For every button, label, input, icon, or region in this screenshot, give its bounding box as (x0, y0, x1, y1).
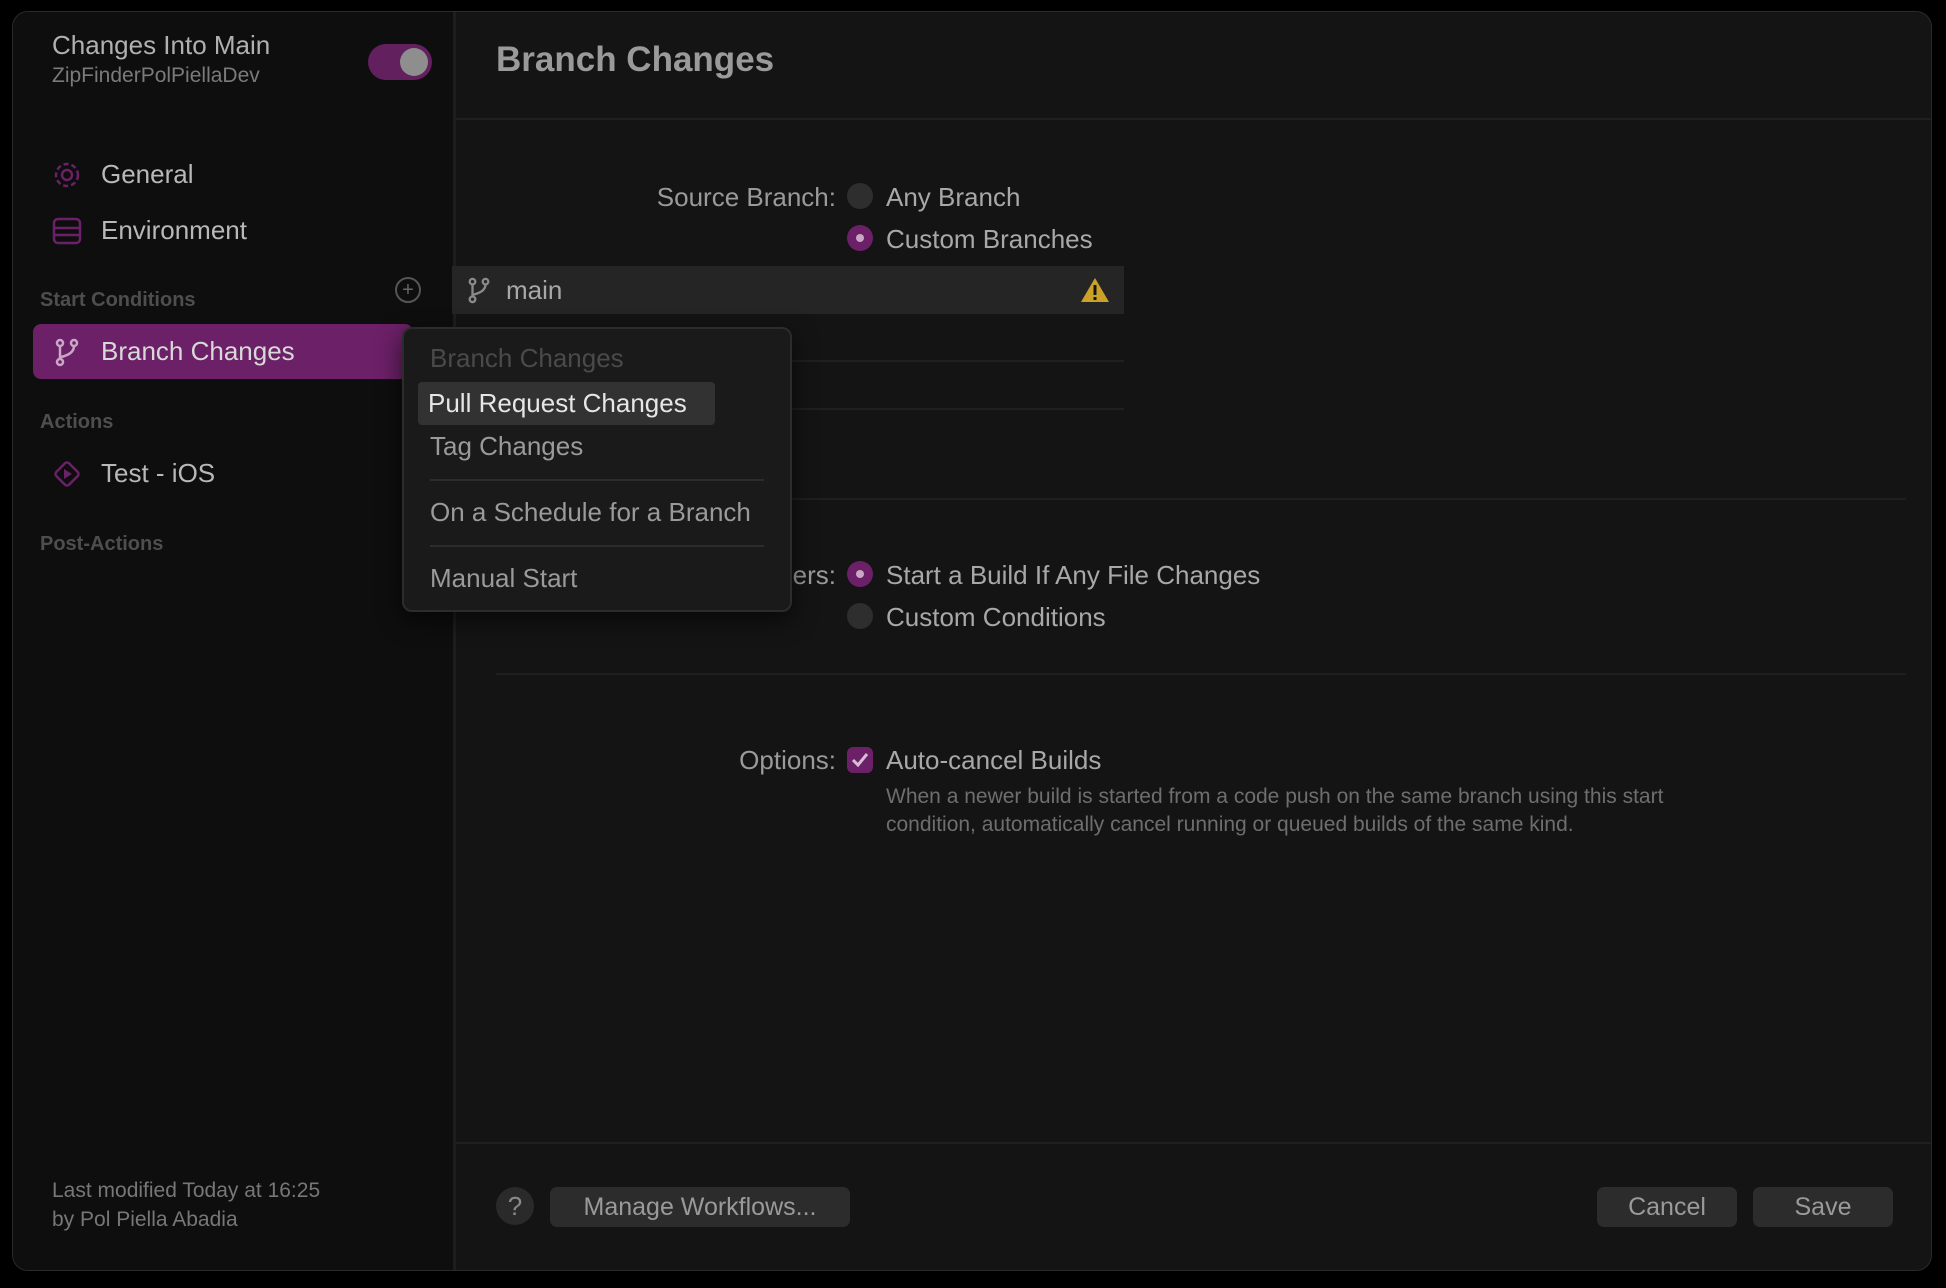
last-modified-author: by Pol Piella Abadia (52, 1208, 238, 1231)
save-button[interactable]: Save (1753, 1187, 1893, 1227)
auto-cancel-help-line: condition, automatically cancel running … (886, 813, 1574, 836)
checkmark-icon (851, 753, 869, 768)
sidebar: Changes Into Main ZipFinderPolPiellaDev … (13, 12, 456, 1270)
title-divider (456, 118, 1931, 120)
workflow-title: Changes Into Main (52, 30, 271, 60)
auto-cancel-help-line: When a newer build is started from a cod… (886, 785, 1664, 808)
workflow-subtitle: ZipFinderPolPiellaDev (52, 64, 260, 87)
last-modified-line: Last modified Today at 16:25 (52, 1179, 321, 1202)
radio-any-file-changes[interactable] (847, 561, 873, 587)
radio-custom-branches[interactable] (847, 225, 873, 251)
sidebar-item-environment[interactable]: Environment (33, 203, 428, 258)
custom-conditions-label: Custom Conditions (886, 602, 1106, 632)
branch-row[interactable]: main (452, 266, 1124, 314)
branch-icon (50, 335, 84, 369)
radio-custom-conditions[interactable] (847, 603, 873, 629)
page-title: Branch Changes (496, 40, 775, 79)
sidebar-item-label: Test - iOS (101, 458, 216, 488)
manage-workflows-button[interactable]: Manage Workflows... (550, 1187, 850, 1227)
warning-icon[interactable] (1080, 276, 1110, 304)
sidebar-item-label: General (101, 159, 194, 189)
any-branch-label: Any Branch (886, 182, 1021, 212)
auto-cancel-label: Auto-cancel Builds (886, 745, 1102, 775)
footer-divider (456, 1142, 1931, 1144)
menu-separator (430, 479, 764, 481)
any-file-changes-label: Start a Build If Any File Changes (886, 560, 1261, 590)
sidebar-item-label: Environment (101, 215, 247, 245)
branch-icon (466, 275, 492, 305)
auto-cancel-checkbox[interactable] (847, 747, 873, 773)
workflow-editor-window: Changes Into Main ZipFinderPolPiellaDev … (12, 11, 1932, 1271)
auto-cancel-description: When a newer build is started from a cod… (886, 783, 1836, 839)
menu-item-schedule[interactable]: On a Schedule for a Branch (430, 497, 751, 528)
menu-separator (430, 545, 764, 547)
section-divider (496, 673, 1906, 675)
gear-icon (50, 158, 84, 192)
menu-item-manual-start[interactable]: Manual Start (430, 563, 577, 594)
cancel-button[interactable]: Cancel (1597, 1187, 1737, 1227)
menu-item-pull-request-changes[interactable]: Pull Request Changes (418, 382, 715, 425)
toggle-knob (400, 48, 428, 76)
sidebar-item-test-ios[interactable]: Test - iOS (33, 446, 428, 501)
last-modified-info: Last modified Today at 16:25 by Pol Piel… (52, 1176, 320, 1234)
play-icon (50, 457, 84, 491)
sidebar-item-branch-changes[interactable]: Branch Changes (33, 324, 413, 379)
menu-item-tag-changes[interactable]: Tag Changes (430, 431, 583, 462)
start-conditions-header: Start Conditions (40, 289, 196, 311)
sidebar-item-label: Branch Changes (101, 336, 295, 366)
workflow-enabled-toggle[interactable] (368, 44, 432, 80)
environment-icon (50, 214, 84, 248)
start-condition-menu: Branch Changes Pull Request Changes Tag … (402, 327, 792, 612)
sidebar-item-general[interactable]: General (33, 147, 428, 202)
post-actions-header: Post-Actions (40, 533, 164, 555)
options-label: Options: (739, 745, 836, 775)
source-branch-label: Source Branch: (656, 182, 836, 212)
menu-item-branch-changes: Branch Changes (430, 343, 624, 373)
help-button[interactable]: ? (496, 1187, 534, 1225)
actions-header: Actions (40, 411, 114, 433)
add-start-condition-button[interactable]: + (395, 277, 421, 303)
custom-branches-label: Custom Branches (886, 224, 1093, 254)
branch-name: main (506, 274, 563, 305)
radio-any-branch[interactable] (847, 183, 873, 209)
